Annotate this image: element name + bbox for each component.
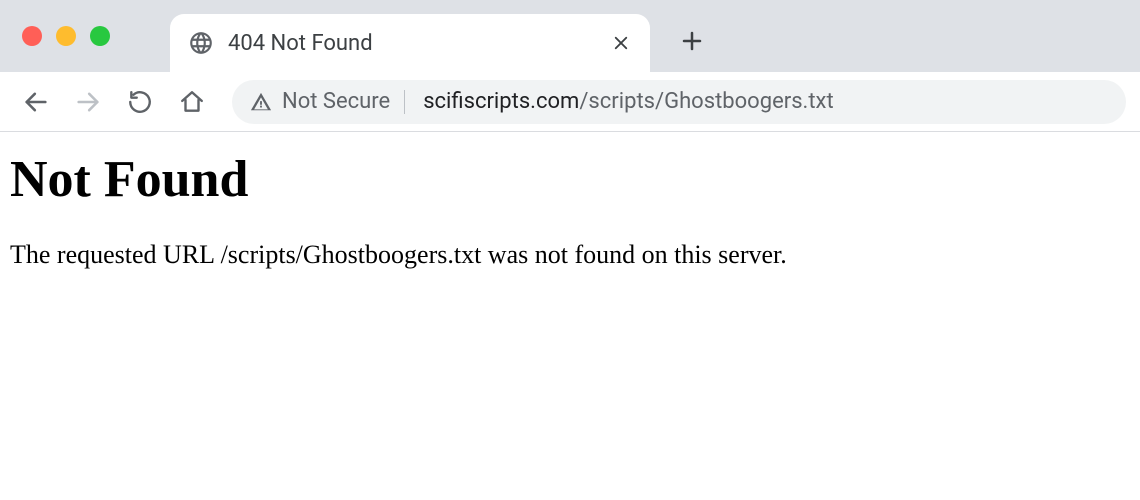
home-button[interactable]: [170, 80, 214, 124]
window-controls: [22, 26, 110, 46]
error-heading: Not Found: [10, 150, 1130, 209]
tab-strip: 404 Not Found: [0, 0, 1140, 72]
url-domain: scifiscripts.com: [423, 89, 579, 114]
window-maximize-button[interactable]: [90, 26, 110, 46]
window-minimize-button[interactable]: [56, 26, 76, 46]
security-label: Not Secure: [282, 89, 390, 114]
toolbar: Not Secure scifiscripts.com/scripts/Ghos…: [0, 72, 1140, 132]
security-indicator[interactable]: Not Secure: [250, 89, 409, 114]
globe-icon: [188, 30, 214, 56]
url-text: scifiscripts.com/scripts/Ghostboogers.tx…: [423, 89, 833, 114]
separator: [404, 90, 405, 114]
page-content: Not Found The requested URL /scripts/Gho…: [0, 132, 1140, 291]
window-close-button[interactable]: [22, 26, 42, 46]
tab-title: 404 Not Found: [228, 31, 610, 56]
back-button[interactable]: [14, 80, 58, 124]
browser-tab[interactable]: 404 Not Found: [170, 14, 650, 72]
address-bar[interactable]: Not Secure scifiscripts.com/scripts/Ghos…: [232, 80, 1126, 124]
error-message: The requested URL /scripts/Ghostboogers.…: [10, 237, 1130, 273]
close-tab-button[interactable]: [610, 32, 632, 54]
forward-button[interactable]: [66, 80, 110, 124]
warning-icon: [250, 91, 272, 113]
new-tab-button[interactable]: [672, 21, 712, 61]
reload-button[interactable]: [118, 80, 162, 124]
url-path: /scripts/Ghostboogers.txt: [579, 89, 833, 114]
